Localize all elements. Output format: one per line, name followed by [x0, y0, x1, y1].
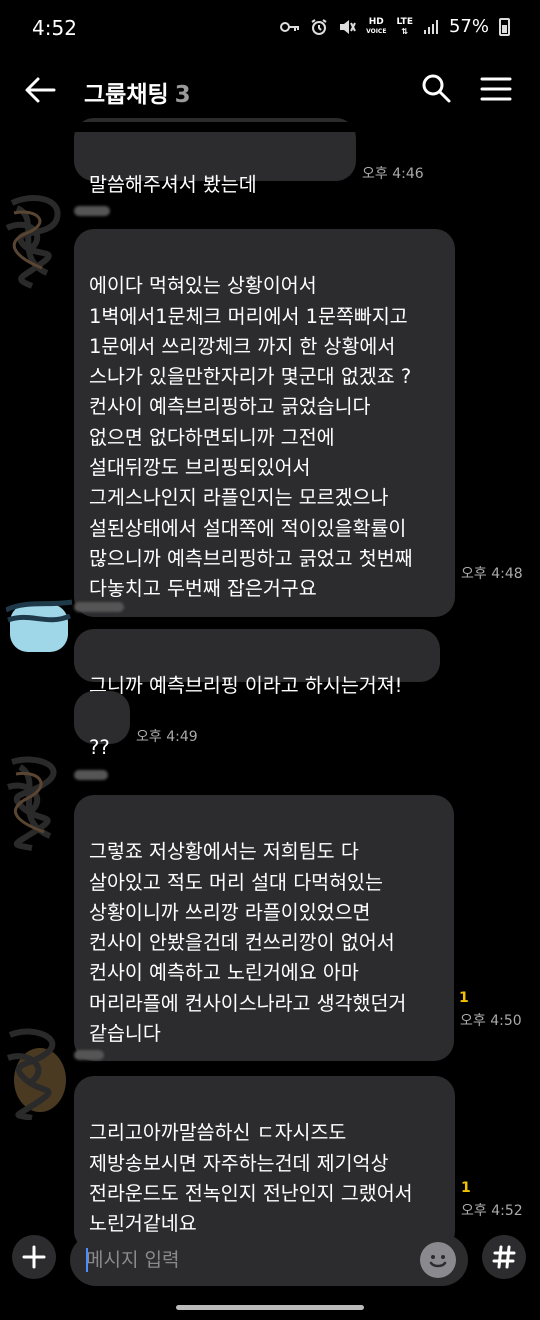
message-text: 말씀해주셔서 봤는데: [89, 173, 257, 197]
sender-name-redacted: [74, 602, 124, 612]
key-icon: [280, 21, 300, 32]
attach-button[interactable]: [12, 1235, 56, 1279]
message-bubble[interactable]: 그니까 예측브리핑 이라고 하시는거져!: [74, 629, 440, 697]
message-text: 에이다 먹혀있는 상황이어서 1벽에서1문체크 머리에서 1문쪽빠지고 1문에서…: [89, 274, 413, 601]
mute-icon: [340, 19, 356, 34]
message-input-bar: [0, 1228, 540, 1296]
hash-icon: [492, 1245, 516, 1269]
message-text: 그리고아까말씀하신 ㄷ자시즈도 제방송보시면 자주하는건데 제기억상 전라운드도…: [89, 1121, 413, 1236]
text-cursor: [86, 1248, 88, 1272]
chat-room-name: 그룹채팅: [84, 82, 169, 108]
plus-icon: [22, 1245, 46, 1269]
chat-title: 그룹채팅 3: [84, 75, 191, 109]
signal-icon: [423, 19, 438, 34]
status-time: 4:52: [32, 16, 77, 40]
sender-avatar[interactable]: [2, 188, 78, 290]
header-mask: [0, 122, 540, 132]
sender-avatar[interactable]: [6, 598, 72, 656]
message-time: 오후 4:50: [460, 1013, 522, 1029]
arrow-left-icon: [25, 77, 56, 103]
message-field[interactable]: [70, 1234, 468, 1286]
message-time: 오후 4:52: [461, 1203, 523, 1219]
hamburger-menu-icon: [480, 77, 512, 101]
search-icon: [422, 74, 451, 103]
message-text: 그니까 예측브리핑 이라고 하시는거져!: [89, 674, 403, 698]
hash-button[interactable]: [482, 1235, 526, 1279]
message-text: 그렇죠 저상황에서는 저희팀도 다 살아있고 적도 머리 설대 다먹혀있는 상황…: [89, 840, 407, 1046]
search-button[interactable]: [420, 72, 454, 106]
back-button[interactable]: [22, 72, 62, 108]
message-bubble[interactable]: ??: [74, 691, 130, 759]
message-bubble[interactable]: 그리고아까말씀하신 ㄷ자시즈도 제방송보시면 자주하는건데 제기억상 전라운드도…: [74, 1076, 455, 1252]
sender-name-redacted: [74, 206, 110, 216]
member-count: 3: [174, 82, 191, 108]
home-indicator[interactable]: [176, 1305, 364, 1310]
status-icons: HD VOICE LTE ⇅ 57%: [280, 16, 510, 37]
message-bubble[interactable]: 그렇죠 저상황에서는 저희팀도 다 살아있고 적도 머리 설대 다먹혀있는 상황…: [74, 795, 454, 1062]
menu-button[interactable]: [480, 76, 514, 104]
emoji-icon: [429, 1255, 447, 1268]
sender-avatar[interactable]: [2, 752, 78, 852]
lte-indicator: LTE ⇅: [396, 16, 413, 36]
battery-icon: [499, 17, 510, 36]
message-time: 오후 4:46: [362, 166, 424, 182]
unread-count: 1: [461, 1180, 471, 1196]
unread-count: 1: [459, 990, 469, 1006]
sender-name-redacted: [74, 770, 108, 780]
message-input[interactable]: [86, 1234, 406, 1286]
chat-header: 그룹채팅 3: [0, 58, 540, 122]
emoji-button[interactable]: [420, 1242, 456, 1278]
alarm-icon: [311, 18, 327, 35]
sender-name-redacted: [74, 1050, 104, 1060]
message-text: ??: [89, 736, 110, 760]
message-time: 오후 4:49: [136, 729, 198, 745]
message-bubble[interactable]: 에이다 먹혀있는 상황이어서 1벽에서1문체크 머리에서 1문쪽빠지고 1문에서…: [74, 229, 455, 617]
sender-avatar[interactable]: [2, 1020, 78, 1120]
status-bar: 4:52 HD VOICE LTE ⇅ 57%: [0, 0, 540, 58]
message-time: 오후 4:48: [461, 566, 523, 582]
hd-voice-indicator: HD VOICE: [366, 16, 387, 35]
battery-percent: 57%: [448, 16, 489, 37]
